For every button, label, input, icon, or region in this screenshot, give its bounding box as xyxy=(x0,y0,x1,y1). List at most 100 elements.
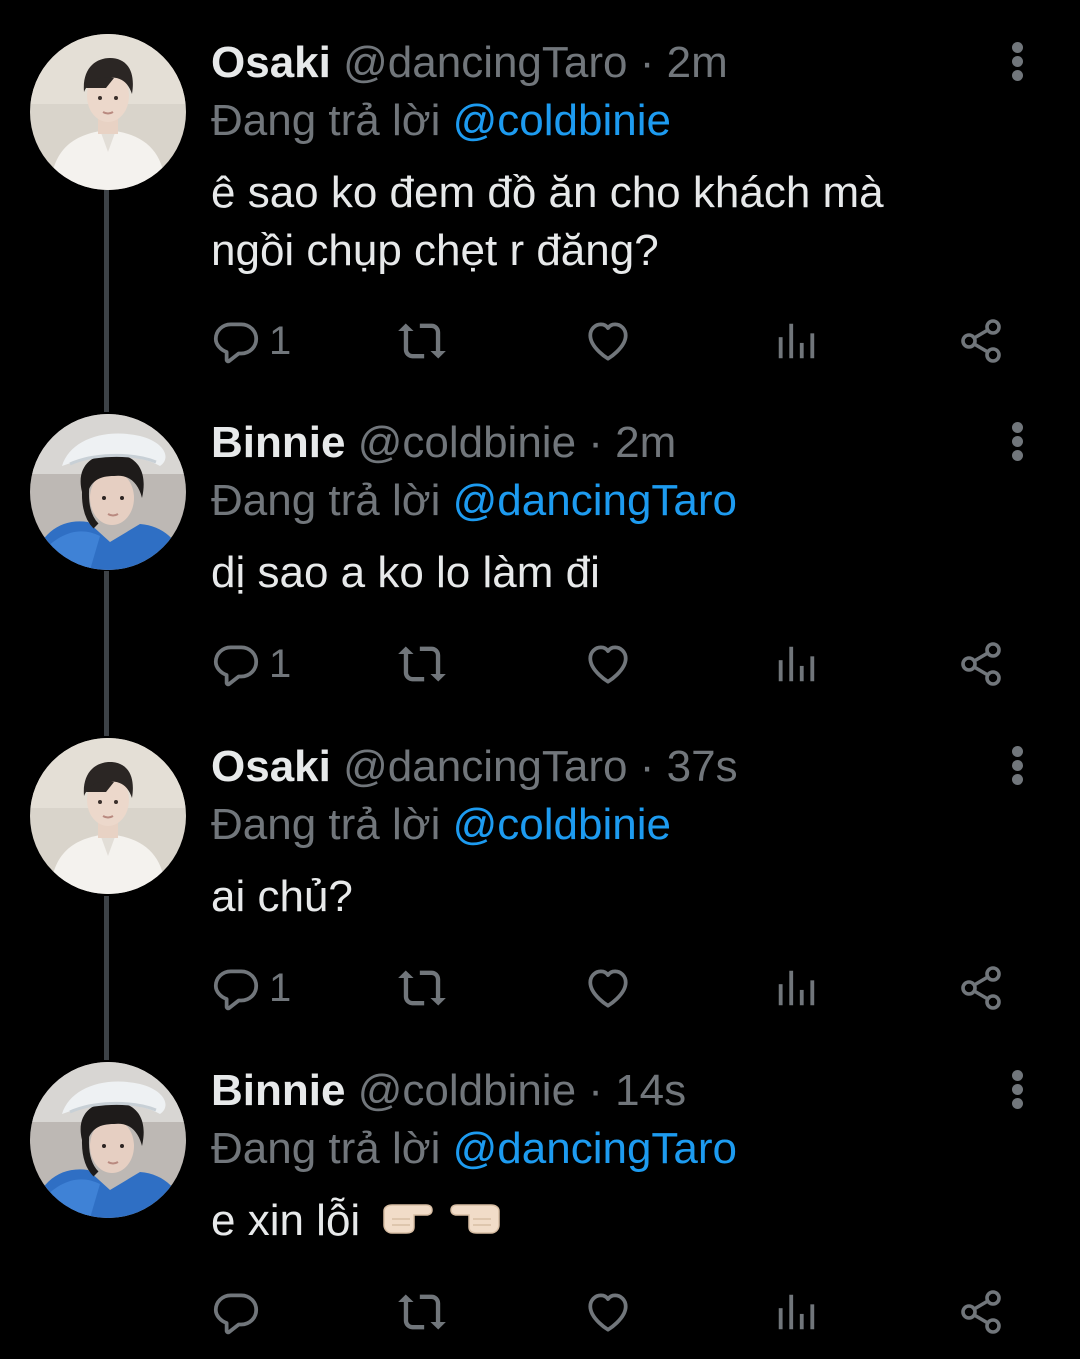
separator-dot: · xyxy=(639,742,655,791)
views-icon xyxy=(773,1289,819,1335)
like-button[interactable] xyxy=(583,316,633,366)
separator-dot: · xyxy=(588,1066,603,1115)
heart-icon xyxy=(583,963,633,1013)
share-button[interactable] xyxy=(957,963,1005,1013)
more-vertical-icon[interactable] xyxy=(1004,34,1032,81)
tweet-text-line: ngồi chụp chẹt r đăng? xyxy=(211,226,659,275)
tweet-actions: 1 xyxy=(211,316,1031,366)
timestamp[interactable]: 2m xyxy=(615,418,676,467)
reply-button[interactable]: 1 xyxy=(211,639,291,689)
retweet-icon xyxy=(396,962,448,1014)
pointing-left-emoji-icon xyxy=(449,1194,503,1252)
avatar[interactable] xyxy=(30,738,186,894)
replying-to-label: Đang trả lời xyxy=(211,1124,441,1173)
username[interactable]: @dancingTaro xyxy=(343,38,627,87)
replying-to: Đang trả lời @dancingTaro xyxy=(211,472,1040,530)
username[interactable]: @dancingTaro xyxy=(343,742,627,791)
reply-icon xyxy=(211,963,261,1013)
tweet-header: Binnie @coldbinie · 2m xyxy=(211,414,1040,472)
retweet-icon xyxy=(396,315,448,367)
views-button[interactable] xyxy=(773,639,819,689)
avatar-image xyxy=(30,414,186,570)
avatar-image xyxy=(30,738,186,894)
timestamp[interactable]: 2m xyxy=(667,38,728,87)
replying-to-label: Đang trả lời xyxy=(211,800,441,849)
avatar-image xyxy=(30,1062,186,1218)
views-icon xyxy=(773,641,819,687)
retweet-button[interactable] xyxy=(396,316,448,366)
separator-dot: · xyxy=(639,38,655,87)
username[interactable]: @coldbinie xyxy=(358,1066,576,1115)
mention-link[interactable]: @coldbinie xyxy=(453,96,671,145)
avatar[interactable] xyxy=(30,1062,186,1218)
separator-dot: · xyxy=(588,418,603,467)
like-button[interactable] xyxy=(583,639,633,689)
tweet-text: ai chủ? xyxy=(211,868,1040,926)
reply-button[interactable]: 1 xyxy=(211,316,291,366)
share-icon xyxy=(957,640,1005,688)
views-button[interactable] xyxy=(773,963,819,1013)
tweet-text-line: dị sao a ko lo làm đi xyxy=(211,548,600,597)
avatar-image xyxy=(30,34,186,190)
tweet-text: e xin lỗi xyxy=(211,1192,1040,1252)
thread-connector xyxy=(104,190,109,412)
more-vertical-icon[interactable] xyxy=(1004,738,1032,785)
timestamp[interactable]: 37s xyxy=(667,742,738,791)
retweet-icon xyxy=(396,1286,448,1338)
heart-icon xyxy=(583,316,633,366)
retweet-button[interactable] xyxy=(396,963,448,1013)
replying-to-label: Đang trả lời xyxy=(211,476,441,525)
views-button[interactable] xyxy=(773,316,819,366)
more-vertical-icon[interactable] xyxy=(1004,1062,1032,1109)
avatar[interactable] xyxy=(30,414,186,570)
reply-icon xyxy=(211,316,261,366)
timestamp[interactable]: 14s xyxy=(615,1066,686,1115)
share-icon xyxy=(957,1288,1005,1336)
tweet-header: Binnie @coldbinie · 14s xyxy=(211,1062,1040,1120)
like-button[interactable] xyxy=(583,1287,633,1337)
heart-icon xyxy=(583,1287,633,1337)
share-button[interactable] xyxy=(957,639,1005,689)
tweet-text: dị sao a ko lo làm đi xyxy=(211,544,1040,602)
tweet-text-line: e xin lỗi xyxy=(211,1196,361,1245)
replying-to-label: Đang trả lời xyxy=(211,96,441,145)
share-button[interactable] xyxy=(957,316,1005,366)
tweet-text-line: ai chủ? xyxy=(211,872,353,921)
display-name[interactable]: Osaki xyxy=(211,742,331,791)
share-button[interactable] xyxy=(957,1287,1005,1337)
username[interactable]: @coldbinie xyxy=(358,418,576,467)
tweet-actions: 1 xyxy=(211,963,1031,1013)
display-name[interactable]: Binnie xyxy=(211,418,345,467)
retweet-icon xyxy=(396,638,448,690)
heart-icon xyxy=(583,639,633,689)
display-name[interactable]: Osaki xyxy=(211,38,331,87)
pointing-right-emoji-icon xyxy=(380,1194,434,1252)
mention-link[interactable]: @dancingTaro xyxy=(453,476,737,525)
tweet-text: ê sao ko đem đồ ăn cho khách mà ngồi chụ… xyxy=(211,164,1040,280)
thread-connector xyxy=(104,571,109,736)
views-icon xyxy=(773,318,819,364)
tweet-header: Osaki @dancingTaro · 2m xyxy=(211,34,1040,92)
share-icon xyxy=(957,964,1005,1012)
reply-icon xyxy=(211,1287,261,1337)
replying-to: Đang trả lời @coldbinie xyxy=(211,796,1040,854)
avatar[interactable] xyxy=(30,34,186,190)
like-button[interactable] xyxy=(583,963,633,1013)
reply-button[interactable] xyxy=(211,1287,269,1337)
replying-to: Đang trả lời @dancingTaro xyxy=(211,1120,1040,1178)
reply-count: 1 xyxy=(269,966,292,1010)
retweet-button[interactable] xyxy=(396,639,448,689)
reply-button[interactable]: 1 xyxy=(211,963,291,1013)
tweet-header: Osaki @dancingTaro · 37s xyxy=(211,738,1040,796)
views-icon xyxy=(773,965,819,1011)
display-name[interactable]: Binnie xyxy=(211,1066,345,1115)
mention-link[interactable]: @dancingTaro xyxy=(453,1124,737,1173)
views-button[interactable] xyxy=(773,1287,819,1337)
mention-link[interactable]: @coldbinie xyxy=(453,800,671,849)
share-icon xyxy=(957,317,1005,365)
replying-to: Đang trả lời @coldbinie xyxy=(211,92,1040,150)
tweet-actions: 1 xyxy=(211,639,1031,689)
retweet-button[interactable] xyxy=(396,1287,448,1337)
tweet-actions xyxy=(211,1287,1031,1337)
more-vertical-icon[interactable] xyxy=(1004,414,1032,461)
